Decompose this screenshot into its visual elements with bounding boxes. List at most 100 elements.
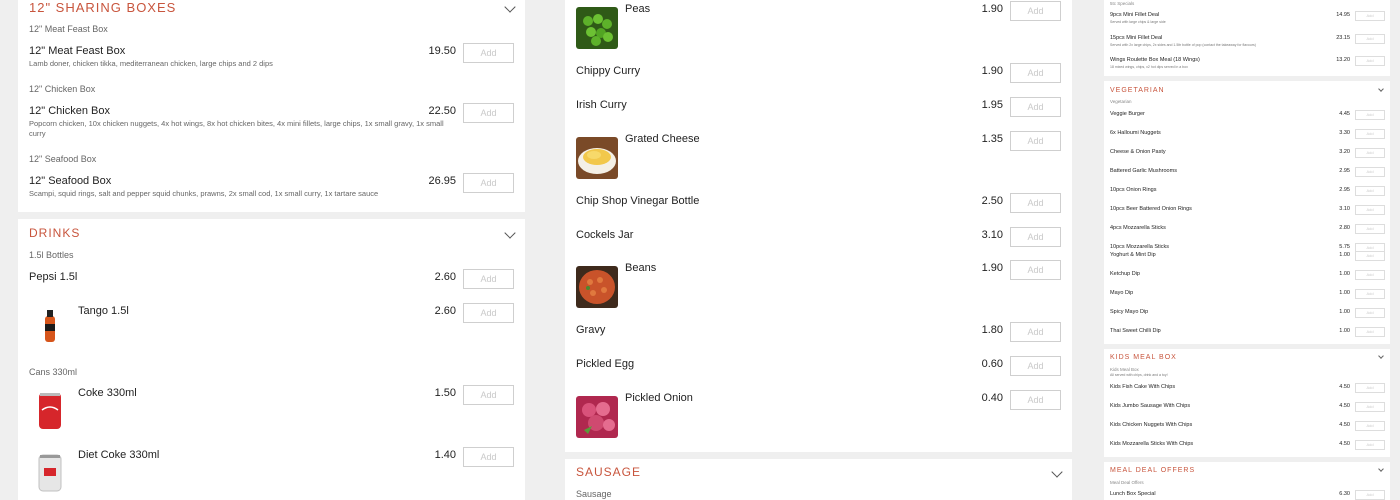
- item-price: 19.50: [428, 45, 456, 57]
- item-desc: Lamb doner, chicken tikka, mediterranean…: [29, 59, 273, 68]
- item-price: 14.95: [1336, 12, 1350, 18]
- item-name: Chip Shop Vinegar Bottle: [576, 195, 700, 207]
- item-name: Pickled Egg: [576, 358, 635, 370]
- add-button[interactable]: Add: [1010, 390, 1061, 410]
- chevron-down-icon[interactable]: [1378, 466, 1384, 472]
- add-button[interactable]: Add: [463, 173, 514, 193]
- item-name: Tango 1.5l: [78, 305, 129, 317]
- chevron-down-icon[interactable]: [1378, 353, 1384, 359]
- add-button[interactable]: Add: [1355, 440, 1385, 450]
- chevron-down-icon[interactable]: [504, 1, 516, 13]
- beans-image: [576, 266, 618, 308]
- add-button[interactable]: Add: [1355, 402, 1385, 412]
- item-name: Ketchup Dip: [1110, 271, 1140, 277]
- add-button[interactable]: Add: [1355, 110, 1385, 120]
- section-title-vegetarian: Vegetarian: [1110, 87, 1165, 94]
- item-name: 10pcs Mozzarella Sticks: [1110, 244, 1169, 250]
- item-name: 12" Chicken Box: [29, 105, 110, 117]
- sharing-boxes-card: 12" Sharing Boxes 12" Meat Feast Box 12"…: [18, 0, 525, 212]
- item-name: Battered Garlic Mushrooms: [1110, 168, 1177, 174]
- item-desc: Served with 2x large chips, 2x sides and…: [1110, 43, 1256, 47]
- group-title: 5tc Specials: [1110, 1, 1135, 6]
- item-desc: 18 mixed wings, chips, x2 hot dips serve…: [1110, 65, 1188, 69]
- add-button[interactable]: Add: [1355, 224, 1385, 234]
- add-button[interactable]: Add: [1355, 251, 1385, 261]
- add-button[interactable]: Add: [1355, 490, 1385, 500]
- add-button[interactable]: Add: [1355, 56, 1385, 66]
- item-price: 3.20: [1339, 149, 1350, 155]
- add-button[interactable]: Add: [1355, 11, 1385, 21]
- item-price: 1.90: [981, 262, 1003, 274]
- sides-card: Peas 1.90 Add Chippy Curry 1.90 Add Iris…: [565, 0, 1072, 452]
- add-button[interactable]: Add: [1355, 243, 1385, 251]
- group-title: 12" Seafood Box: [29, 154, 97, 164]
- item-price: 3.30: [1339, 130, 1350, 136]
- item-price: 3.10: [981, 229, 1003, 241]
- item-name: Diet Coke 330ml: [78, 449, 160, 461]
- chevron-down-icon[interactable]: [1051, 466, 1063, 478]
- add-button[interactable]: Add: [1010, 131, 1061, 151]
- item-price: 0.60: [981, 358, 1003, 370]
- item-price: 1.95: [981, 99, 1003, 111]
- add-button[interactable]: Add: [1010, 193, 1061, 213]
- add-button[interactable]: Add: [1010, 63, 1061, 83]
- item-name: Kids Mozzarella Sticks With Chips: [1110, 441, 1194, 447]
- add-button[interactable]: Add: [1355, 308, 1385, 318]
- add-button[interactable]: Add: [1010, 227, 1061, 247]
- item-name: 15pcs Mini Fillet Deal: [1110, 35, 1163, 41]
- add-button[interactable]: Add: [1355, 421, 1385, 431]
- add-button[interactable]: Add: [463, 43, 514, 63]
- section-title-sausage: Sausage: [576, 465, 642, 479]
- add-button[interactable]: Add: [463, 447, 514, 467]
- add-button[interactable]: Add: [1355, 34, 1385, 44]
- item-name: Irish Curry: [576, 99, 627, 111]
- item-name: 9pcs Mini Fillet Deal: [1110, 12, 1160, 18]
- group-title: Meal Deal Offers: [1110, 480, 1144, 485]
- item-price: 2.50: [981, 195, 1003, 207]
- add-button[interactable]: Add: [1010, 322, 1061, 342]
- add-button[interactable]: Add: [1355, 205, 1385, 215]
- add-button[interactable]: Add: [1355, 129, 1385, 139]
- group-title: 12" Chicken Box: [29, 84, 96, 94]
- add-button[interactable]: Add: [1355, 186, 1385, 196]
- section-title-sharing: 12" Sharing Boxes: [29, 0, 177, 15]
- item-price: 13.20: [1336, 57, 1350, 63]
- add-button[interactable]: Add: [463, 103, 514, 123]
- item-price: 2.60: [434, 305, 456, 317]
- item-name: Wings Roulette Box Meal (18 Wings): [1110, 57, 1200, 63]
- item-price: 6.30: [1339, 491, 1350, 497]
- item-desc: Served with large chips & large side: [1110, 20, 1166, 24]
- chevron-down-icon[interactable]: [1378, 86, 1384, 92]
- item-name: Cockels Jar: [576, 229, 634, 241]
- add-button[interactable]: Add: [1010, 356, 1061, 376]
- add-button[interactable]: Add: [463, 303, 514, 323]
- item-price: 2.60: [434, 271, 456, 283]
- add-button[interactable]: Add: [1010, 1, 1061, 21]
- item-name: Pickled Onion: [625, 392, 693, 404]
- chevron-down-icon[interactable]: [504, 227, 516, 239]
- item-name: 10pcs Onion Rings: [1110, 187, 1157, 193]
- item-price: 2.95: [1339, 168, 1350, 174]
- group-title: Kids Meal Box: [1110, 367, 1139, 372]
- vegetarian-card: Vegetarian Vegetarian Veggie Burger 4.45…: [1104, 81, 1390, 251]
- item-price: 4.50: [1339, 422, 1350, 428]
- item-price: 2.95: [1339, 187, 1350, 193]
- grated-cheese-image: [576, 137, 618, 179]
- drinks-card: Drinks 1.5l Bottles Pepsi 1.5l 2.60 Add …: [18, 219, 525, 500]
- group-title: 12" Meat Feast Box: [29, 24, 108, 34]
- add-button[interactable]: Add: [1355, 270, 1385, 280]
- item-price: 1.40: [434, 449, 456, 461]
- add-button[interactable]: Add: [1355, 148, 1385, 158]
- add-button[interactable]: Add: [463, 269, 514, 289]
- add-button[interactable]: Add: [463, 385, 514, 405]
- add-button[interactable]: Add: [1355, 167, 1385, 177]
- add-button[interactable]: Add: [1355, 289, 1385, 299]
- add-button[interactable]: Add: [1355, 327, 1385, 337]
- add-button[interactable]: Add: [1355, 383, 1385, 393]
- item-price: 4.45: [1339, 111, 1350, 117]
- item-price: 0.40: [981, 392, 1003, 404]
- item-name: Beans: [625, 262, 657, 274]
- add-button[interactable]: Add: [1010, 260, 1061, 280]
- item-name: Peas: [625, 3, 651, 15]
- add-button[interactable]: Add: [1010, 97, 1061, 117]
